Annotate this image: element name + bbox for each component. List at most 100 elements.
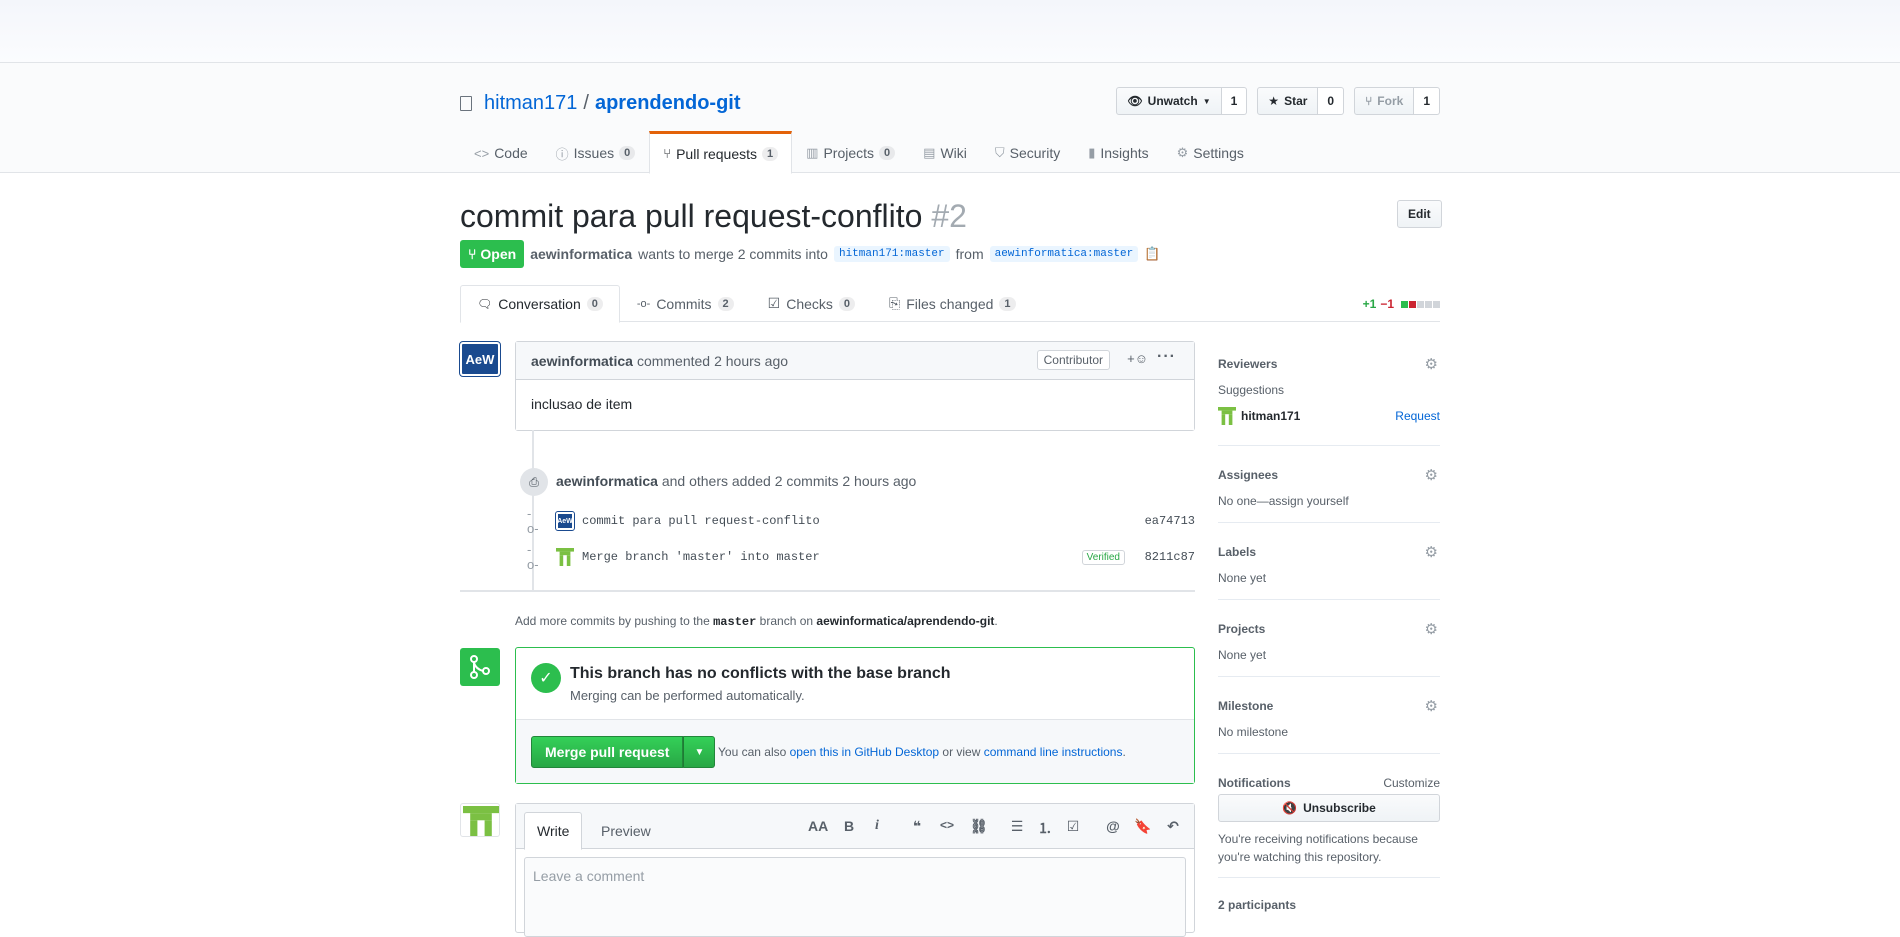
reponav-security[interactable]: ⛉ Security [981,131,1074,173]
commit-message[interactable]: commit para pull request-conflito [582,514,820,528]
diffstat[interactable]: +1 −1 [1363,297,1440,311]
commit-message[interactable]: Merge branch 'master' into master [582,550,820,564]
star-count[interactable]: 0 [1318,87,1345,115]
gear-icon[interactable]: ⚙ [1425,466,1438,484]
reponav-insights[interactable]: ▮ Insights [1074,131,1162,173]
milestone-title[interactable]: Milestone [1218,699,1273,713]
tab-counter: 1 [999,296,1016,311]
merge-method-dropdown[interactable]: ▼ [683,736,716,768]
summary-author[interactable]: aewinformatica [556,473,658,489]
reponav-issues[interactable]: ⓘ Issues 0 [542,131,650,173]
task-list-icon[interactable]: ☑ [1066,818,1080,838]
notifications-reason-line1: You're receiving notifications because [1218,832,1418,846]
reponav-label: Settings [1193,145,1244,161]
quote-icon[interactable]: ❝ [910,818,924,838]
watch-button[interactable]: 👁 Unwatch ▼ [1116,87,1222,115]
gear-icon[interactable]: ⚙ [1425,543,1438,561]
avatar[interactable]: AeW [459,341,501,377]
link-icon[interactable]: ⛓ [970,818,988,838]
fork-icon: ⑂ [1365,94,1373,108]
reponav-label: Projects [823,145,875,161]
add-reaction-icon[interactable]: +☺ [1127,351,1148,366]
fork-button[interactable]: ⑂ Fork [1354,87,1415,115]
pr-counter: 1 [762,146,779,161]
pull-request-icon: ⑂ [663,146,672,161]
tab-counter: 0 [838,296,856,311]
reponav-code[interactable]: <> Code [460,131,542,173]
pr-author-link[interactable]: aewinformatica [530,246,632,262]
reponav-settings[interactable]: ⚙ Settings [1163,131,1258,173]
commit-sha[interactable]: ea74713 [1145,514,1195,528]
pr-meta: ⑂ Open aewinformatica wants to merge 2 co… [460,240,1160,268]
push-hint-repo: aewinformatica/aprendendo-git [816,614,995,628]
tab-preview[interactable]: Preview [589,812,663,850]
assignees-text[interactable]: No one—assign yourself [1218,494,1349,508]
alt-prefix: You can also [718,745,787,759]
comment-author[interactable]: aewinformatica [531,353,633,369]
contributor-badge: Contributor [1036,350,1110,370]
assignees-title[interactable]: Assignees [1218,468,1278,482]
reviewers-title[interactable]: Reviewers [1218,357,1277,371]
tab-files-changed[interactable]: ⎘ Files changed 1 [872,285,1033,322]
verified-badge[interactable]: Verified [1081,549,1125,565]
caret-down-icon: ▼ [694,746,705,758]
tab-commits[interactable]: -o- Commits 2 [620,285,751,322]
head-branch[interactable]: aewinformatica:master [989,246,1139,262]
watch-count[interactable]: 1 [1221,87,1248,115]
ordered-list-icon[interactable]: ⒈ [1038,818,1052,838]
kebab-horizontal-icon[interactable]: ··· [1157,348,1176,366]
tab-conversation[interactable]: 🗨 Conversation 0 [460,285,620,323]
tab-write[interactable]: Write [524,812,583,850]
diff-additions: +1 [1362,297,1377,311]
reponav-label: Wiki [940,145,967,161]
gear-icon[interactable]: ⚙ [1425,697,1438,715]
text-size-icon[interactable]: AA [808,818,828,838]
code-icon[interactable]: <> [938,818,956,838]
push-hint-middle: branch on [759,614,814,628]
top-header-bar [0,0,1900,63]
watch-label: Unwatch [1147,94,1198,108]
mute-icon: 🔇 [1282,801,1298,815]
bookmark-icon[interactable]: 🔖 [1134,818,1151,838]
eye-icon: 👁 [1127,94,1143,108]
tab-checks[interactable]: ☑ Checks 0 [751,285,872,322]
repo-name-link[interactable]: aprendendo-git [595,92,741,115]
commit-avatar[interactable] [556,548,574,566]
comment-time[interactable]: 2 hours ago [714,353,788,369]
fork-count[interactable]: 1 [1414,87,1440,115]
repo-owner-link[interactable]: hitman171 [484,92,577,115]
git-commit-icon: -o- [527,506,539,536]
command-line-instructions-link[interactable]: command line instructions [984,745,1123,759]
comment-textarea[interactable]: Leave a comment [524,857,1186,937]
star-button[interactable]: ★ Star [1257,87,1319,115]
customize-notifications-link[interactable]: Customize [1383,776,1440,790]
current-user-avatar[interactable] [460,803,500,837]
labels-title[interactable]: Labels [1218,545,1256,559]
star-label: Star [1284,94,1308,108]
reponav-projects[interactable]: ▥ Projects 0 [792,131,909,173]
italic-icon[interactable]: i [870,818,884,838]
bold-icon[interactable]: B [842,818,856,838]
mention-icon[interactable]: @ [1106,818,1120,838]
clipboard-icon[interactable]: 📋 [1144,246,1160,262]
projects-title[interactable]: Projects [1218,622,1265,636]
request-review-link[interactable]: Request [1395,409,1440,423]
comment-action: commented [636,352,711,369]
edit-title-button[interactable]: Edit [1397,200,1442,228]
reviewer-name[interactable]: hitman171 [1241,409,1300,423]
unordered-list-icon[interactable]: ☰ [1010,818,1024,838]
unsubscribe-button[interactable]: 🔇 Unsubscribe [1218,794,1440,822]
tab-counter: 2 [717,296,734,311]
repo-separator: / [583,92,589,114]
merge-pull-request-button[interactable]: Merge pull request [531,736,684,768]
participants-title: 2 participants [1218,898,1297,912]
reply-icon[interactable]: ↶ [1162,818,1184,838]
base-branch[interactable]: hitman171:master [833,246,950,262]
commit-sha[interactable]: 8211c87 [1145,550,1195,564]
gear-icon[interactable]: ⚙ [1425,620,1438,638]
reponav-pull-requests[interactable]: ⑂ Pull requests 1 [649,131,793,174]
gear-icon[interactable]: ⚙ [1425,355,1438,373]
commit-avatar[interactable]: AeW [555,511,575,531]
reponav-wiki[interactable]: ▤ Wiki [909,131,981,173]
open-github-desktop-link[interactable]: open this in GitHub Desktop [790,745,939,759]
